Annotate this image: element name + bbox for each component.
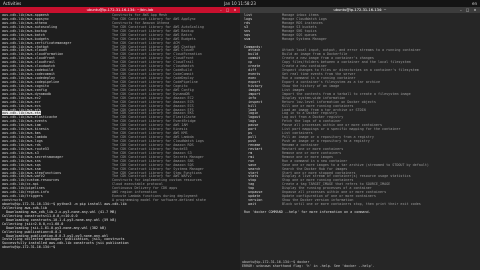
terminal-prompt-area[interactable]: ubuntu@ip-172-31-16-134:~$ docker ERROR: … <box>240 260 480 270</box>
maximize-icon[interactable]: □ <box>466 8 471 12</box>
line-text: ubuntu@ip-172-31-16-134:~$ <box>2 245 58 250</box>
maximize-icon[interactable]: □ <box>226 8 231 12</box>
minimize-icon[interactable]: – <box>460 8 463 12</box>
clock[interactable]: Jan 10 11:58:23 <box>0 0 480 7</box>
close-icon[interactable]: × <box>233 8 238 12</box>
top-bar: Activities Jan 10 11:58:23 en <box>0 0 480 7</box>
terminal-output[interactable]: aws-cdk-lib/aws-appmesh Constructs for AW… <box>0 13 240 270</box>
terminal-window-right[interactable]: ubuntu@ip-172-31-16-134: ~ – □ × list Man… <box>240 7 480 270</box>
terminal-output[interactable]: list Manage inbox items logs Manage CloudWa… <box>240 13 480 260</box>
error-line: ERROR: unknown shorthand flag: 'h' in -h… <box>242 264 375 268</box>
window-title: ubuntu@ip-172-31-16-134: ~/bin-lab <box>86 8 154 12</box>
window-title: ubuntu@ip-172-31-16-134: ~ <box>333 8 387 12</box>
minimize-icon[interactable]: – <box>220 8 223 12</box>
close-icon[interactable]: × <box>473 8 478 12</box>
terminal-window-left[interactable]: ubuntu@ip-172-31-16-134: ~/bin-lab – □ ×… <box>0 7 240 270</box>
system-status[interactable]: en <box>472 0 477 7</box>
